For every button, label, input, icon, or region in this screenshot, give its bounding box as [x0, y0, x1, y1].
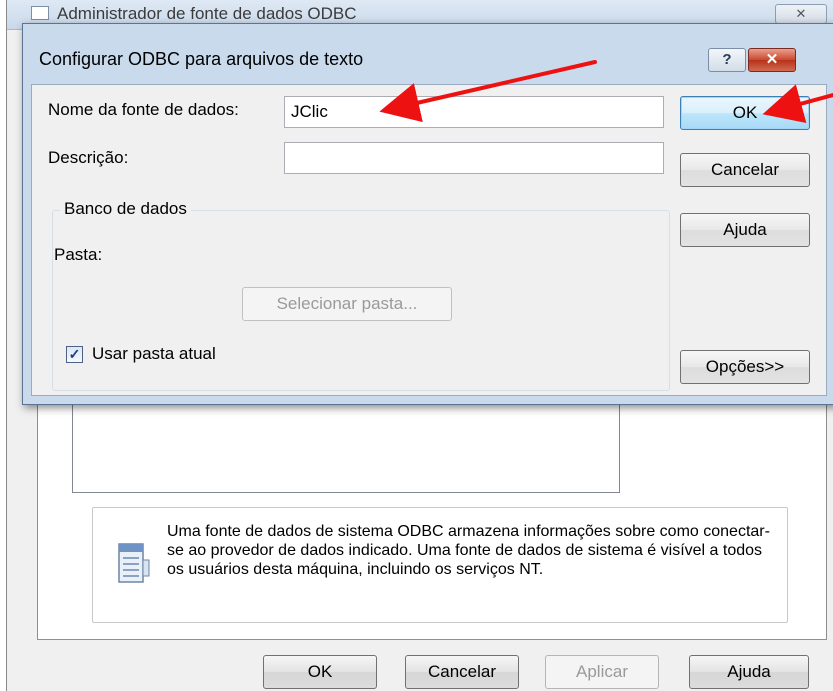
- info-description: Uma fonte de dados de sistema ODBC armaz…: [167, 523, 770, 578]
- database-group-title: Banco de dados: [60, 199, 191, 219]
- description-label: Descrição:: [48, 148, 129, 167]
- back-window-close-button[interactable]: ✕: [775, 4, 827, 24]
- dialog-title: Configurar ODBC para arquivos de texto: [39, 49, 364, 69]
- odbc-app-icon: [31, 6, 49, 20]
- back-cancel-button[interactable]: Cancelar: [405, 655, 519, 689]
- back-ok-button[interactable]: OK: [263, 655, 377, 689]
- select-folder-button: Selecionar pasta...: [242, 287, 452, 321]
- ok-button[interactable]: OK: [680, 96, 810, 130]
- dialog-client-area: Nome da fonte de dados: Descrição: Banco…: [31, 84, 827, 396]
- data-source-name-input[interactable]: [284, 96, 664, 128]
- info-box: Uma fonte de dados de sistema ODBC armaz…: [92, 507, 788, 623]
- data-source-name-label: Nome da fonte de dados:: [48, 100, 239, 119]
- back-help-button[interactable]: Ajuda: [689, 655, 809, 689]
- back-window-title: Administrador de fonte de dados ODBC: [57, 4, 357, 23]
- system-dsn-panel: Uma fonte de dados de sistema ODBC armaz…: [37, 380, 827, 640]
- help-button[interactable]: Ajuda: [680, 213, 810, 247]
- configure-odbc-text-dialog: Configurar ODBC para arquivos de texto ?…: [22, 23, 833, 405]
- cancel-button[interactable]: Cancelar: [680, 153, 810, 187]
- back-apply-button: Aplicar: [545, 655, 659, 689]
- use-current-folder-checkbox[interactable]: ✓: [66, 346, 83, 363]
- use-current-folder-label[interactable]: Usar pasta atual: [92, 344, 216, 364]
- description-input[interactable]: [284, 142, 664, 174]
- options-button[interactable]: Opções>>: [680, 350, 810, 384]
- help-icon[interactable]: ?: [708, 48, 746, 72]
- close-icon[interactable]: ✕: [748, 48, 796, 72]
- folder-label: Pasta:: [54, 245, 103, 264]
- database-document-icon: [118, 543, 150, 583]
